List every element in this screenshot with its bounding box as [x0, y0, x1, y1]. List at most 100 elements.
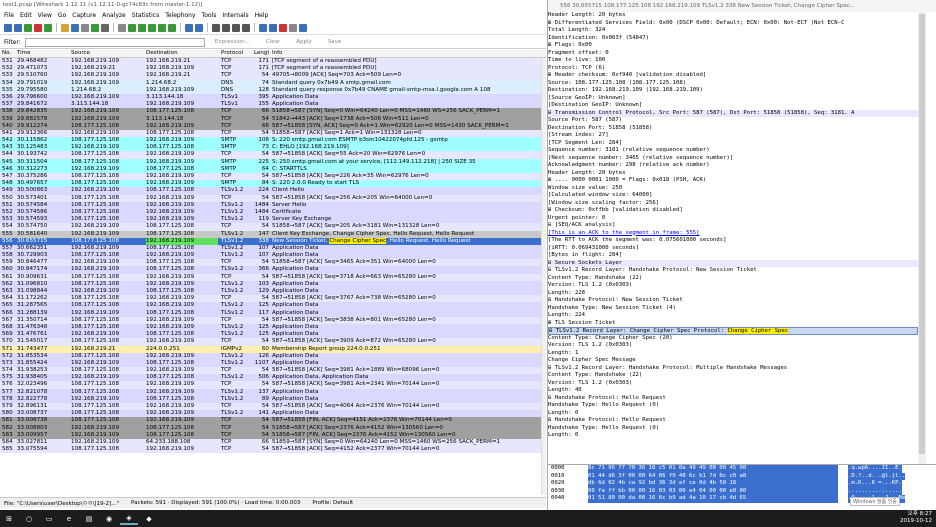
- open-file-icon[interactable]: [61, 23, 69, 32]
- detail-tree-item[interactable]: ⊟ Secure Sockets Layer: [548, 259, 918, 267]
- packet-row[interactable]: 572 31.853534 108.177.125.108 192.168.219.1…: [0, 352, 541, 360]
- detail-tree-item[interactable]: ⊟ Handshake Protocol: Hello Request: [548, 395, 918, 403]
- clear-button[interactable]: Clear: [260, 39, 286, 45]
- scroll-thumb[interactable]: [919, 14, 925, 454]
- detail-tree-item[interactable]: [Source GeoIP: Unknown]: [548, 95, 918, 103]
- packet-row[interactable]: 536 29.796600 192.168.219.109 3.113.144.18 T…: [0, 93, 541, 102]
- detail-tree-item[interactable]: Content Type: Handshake (22): [548, 372, 918, 380]
- detail-tree-item[interactable]: ⊟ TLSv1.2 Record Layer: Handshake Protoc…: [548, 365, 918, 373]
- packet-row[interactable]: 579 32.896131 108.177.125.108 192.168.219.1…: [0, 403, 541, 411]
- packet-row[interactable]: 575 31.938405 192.168.219.109 108.177.125.1…: [0, 374, 541, 382]
- packet-list-scrollbar[interactable]: [541, 58, 546, 495]
- coloring-rules-icon[interactable]: [279, 23, 287, 32]
- packet-row[interactable]: 580 33.008737 108.177.125.108 192.168.219.1…: [0, 410, 541, 418]
- close-file-icon[interactable]: [81, 23, 89, 32]
- packet-row[interactable]: 540 29.912274 108.177.125.108 192.168.219.1…: [0, 122, 541, 130]
- search-icon[interactable]: ○: [20, 512, 38, 525]
- packet-row[interactable]: 583 33.009957 192.168.219.109 108.177.125.1…: [0, 431, 541, 439]
- menu-item-help[interactable]: Help: [255, 12, 269, 19]
- packet-row[interactable]: 574 31.938253 108.177.125.108 192.168.219.1…: [0, 367, 541, 375]
- detail-tree-item[interactable]: Acknowledgment number: 298 (relative ack…: [548, 162, 918, 170]
- capture-options-icon[interactable]: [14, 23, 22, 32]
- col-info[interactable]: Info: [272, 50, 542, 56]
- detail-tree-item[interactable]: Content Type: Change Cipher Spec (20): [548, 335, 918, 343]
- packet-row[interactable]: 564 31.172262 108.177.125.108 192.168.219.1…: [0, 295, 541, 303]
- detail-tree-item[interactable]: [Next sequence number: 3465 (relative se…: [548, 155, 918, 163]
- zoom-in-icon[interactable]: [212, 23, 220, 32]
- wireshark-taskbar-icon[interactable]: ◈: [120, 512, 138, 525]
- detail-tree-item[interactable]: ⊟ Transmission Control Protocol, Src Por…: [548, 109, 918, 117]
- packet-row[interactable]: 539 29.882578 192.168.219.109 3.113.144.18 T…: [0, 115, 541, 123]
- detail-tree-item[interactable]: Source: 108.177.125.108 (108.177.125.108…: [548, 80, 918, 88]
- packet-row[interactable]: 573 31.855424 192.168.219.109 108.177.125.1…: [0, 359, 541, 368]
- apply-button[interactable]: Apply: [290, 39, 318, 45]
- packet-row[interactable]: 534 29.791019 192.168.219.109 1.214.68.2 DNS…: [0, 79, 541, 87]
- expression-button[interactable]: Expression...: [209, 39, 256, 45]
- detail-tree-item[interactable]: Header Length: 20 bytes: [548, 170, 918, 178]
- packet-row[interactable]: 552 30.574586 108.177.125.108 192.168.219.1…: [0, 208, 541, 217]
- detail-tree-item[interactable]: Length: 40: [548, 387, 918, 395]
- detail-tree-item[interactable]: Sequence number: 3181 (relative sequence…: [548, 147, 918, 155]
- menu-item-telephony[interactable]: Telephony: [165, 12, 195, 19]
- detail-tree-item[interactable]: Total Length: 324: [548, 27, 918, 35]
- detail-tree-item[interactable]: Urgent pointer: 0: [548, 215, 918, 223]
- packet-row[interactable]: 535 29.795580 1.214.68.2 192.168.219.109 DNS…: [0, 86, 541, 94]
- menu-item-edit[interactable]: Edit: [20, 12, 32, 19]
- detail-tree-item[interactable]: ⊟ Handshake Protocol: New Session Ticket: [548, 297, 918, 305]
- menu-item-statistics[interactable]: Statistics: [132, 12, 159, 19]
- detail-tree-item[interactable]: Identification: 0x063f (54847): [548, 35, 918, 43]
- detail-tree-item[interactable]: Source Port: 587 (587): [548, 117, 918, 125]
- detail-tree-item[interactable]: [The RTT to ACK the segment was: 0.07560…: [548, 237, 918, 245]
- packet-row[interactable]: 571 31.743477 192.168.219.21 224.0.0.251 IGM…: [0, 345, 541, 353]
- packet-row[interactable]: 542 30.115862 108.177.125.108 192.168.219.1…: [0, 137, 541, 145]
- start-capture-icon[interactable]: [24, 23, 32, 32]
- packet-row[interactable]: 578 32.822778 192.168.219.109 108.177.125.1…: [0, 395, 541, 403]
- go-last-icon[interactable]: [168, 23, 176, 32]
- packet-row[interactable]: 570 31.545017 108.177.125.108 192.168.219.1…: [0, 338, 541, 346]
- detail-tree-item[interactable]: Handshake Type: Hello Request (0): [548, 402, 918, 410]
- normal-size-icon[interactable]: [232, 23, 240, 32]
- packet-row[interactable]: 533 29.510760 192.168.219.109 192.168.219.2…: [0, 72, 541, 80]
- detail-tree-item[interactable]: [iRTT: 0.069431000 seconds]: [548, 245, 918, 253]
- detail-tree-item[interactable]: Content Type: Handshake (22): [548, 275, 918, 283]
- detail-tree-item[interactable]: [Bytes in flight: 284]: [548, 252, 918, 260]
- packet-row[interactable]: 555 30.581640 192.168.219.109 108.177.125.1…: [0, 230, 541, 238]
- edge-icon[interactable]: e: [60, 512, 78, 525]
- detail-tree-item[interactable]: Length: 228: [548, 290, 918, 298]
- detail-tree-item[interactable]: [Window size scaling factor: 256]: [548, 200, 918, 208]
- restart-capture-icon[interactable]: [44, 23, 52, 32]
- packet-row[interactable]: 547 30.375286 108.177.125.108 192.168.219.1…: [0, 173, 541, 181]
- menu-item-file[interactable]: File: [4, 12, 14, 19]
- detail-tree-item[interactable]: ⊟ TLSv1.2 Record Layer: Handshake Protoc…: [548, 267, 918, 275]
- packet-row[interactable]: 554 30.574750 192.168.219.109 108.177.125.1…: [0, 223, 541, 231]
- details-scrollbar[interactable]: [918, 12, 926, 464]
- go-first-icon[interactable]: [158, 23, 166, 32]
- detail-tree-item[interactable]: [Stream index: 27]: [548, 132, 918, 140]
- packet-row[interactable]: 585 33.075594 108.177.125.108 192.168.219.1…: [0, 446, 541, 454]
- find-packet-icon[interactable]: [118, 23, 126, 32]
- packet-row[interactable]: 581 33.008738 108.177.125.108 192.168.219.1…: [0, 417, 541, 425]
- packet-row[interactable]: 541 29.912366 192.168.219.109 108.177.125.1…: [0, 129, 541, 138]
- detail-tree-item[interactable]: ⊟ [SEQ/ACK analysis]: [548, 222, 918, 230]
- help-icon[interactable]: [299, 23, 307, 32]
- packet-row[interactable]: 549 30.500863 192.168.219.109 108.177.125.1…: [0, 187, 541, 195]
- packet-row[interactable]: 531 29.468482 192.168.219.109 192.168.219.2…: [0, 58, 541, 66]
- packet-details-tree[interactable]: Header Length: 20 bytes ⊞ Differentiated…: [548, 12, 918, 464]
- detail-tree-item[interactable]: Version: TLS 1.2 (0x0303): [548, 282, 918, 290]
- detail-tree-item[interactable]: Length: 0: [548, 432, 918, 440]
- detail-tree-item[interactable]: Length: 1: [548, 350, 918, 358]
- menu-item-view[interactable]: View: [38, 12, 52, 19]
- detail-tree-item[interactable]: ⊟ Handshake Protocol: Hello Request: [548, 417, 918, 425]
- detail-tree-item[interactable]: Version: TLS 1.2 (0x0303): [548, 342, 918, 350]
- go-forward-icon[interactable]: [138, 23, 146, 32]
- detail-tree-item[interactable]: ⊞ Differentiated Services Field: 0x00 (D…: [548, 20, 918, 28]
- print-icon[interactable]: [101, 23, 109, 32]
- detail-tree-item[interactable]: Protocol: TCP (6): [548, 65, 918, 73]
- packet-row[interactable]: 560 30.847174 192.168.219.109 108.177.125.1…: [0, 266, 541, 274]
- packet-row[interactable]: 569 31.476761 192.168.219.109 108.177.125.1…: [0, 331, 541, 339]
- detail-tree-item[interactable]: ⊞ Flags: 0x00: [548, 42, 918, 50]
- packet-row[interactable]: 558 30.729903 108.177.125.108 192.168.219.1…: [0, 252, 541, 260]
- detail-tree-item[interactable]: [This is an ACK to the segment in frame:…: [548, 230, 918, 238]
- packet-row[interactable]: 562 31.096810 108.177.125.108 192.168.219.1…: [0, 280, 541, 288]
- packet-row[interactable]: 584 33.027811 192.168.219.109 64.233.188.10…: [0, 438, 541, 447]
